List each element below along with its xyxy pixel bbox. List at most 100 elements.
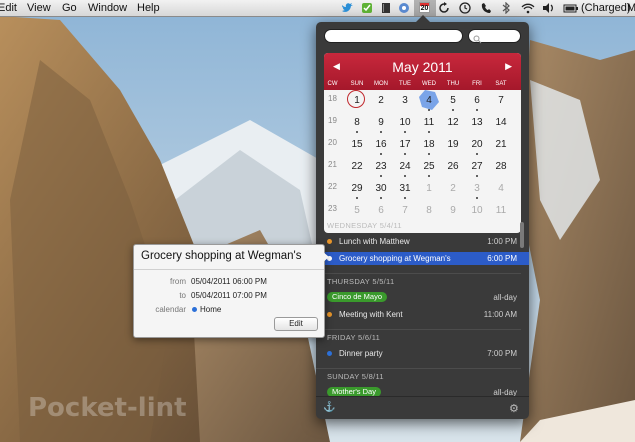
agenda-event[interactable]: Grocery shopping at Wegman's 6:00 PM xyxy=(316,252,529,265)
event-dot xyxy=(380,197,382,199)
calendar-day[interactable]: 23 xyxy=(369,160,393,180)
twitter-icon[interactable] xyxy=(341,2,353,14)
calendar-day[interactable]: 3 xyxy=(393,94,417,114)
event-dot xyxy=(404,197,406,199)
agenda-day-heading: THURSDAY 5/5/11 xyxy=(327,277,395,286)
agenda-day-heading: SUNDAY 5/8/11 xyxy=(327,372,384,381)
calendar-day[interactable]: 21 xyxy=(489,138,513,158)
event-dot xyxy=(452,109,454,111)
from-label: from xyxy=(170,277,186,286)
week-number: 21 xyxy=(328,160,337,169)
calendar-value[interactable]: Home xyxy=(200,305,221,314)
agenda-event[interactable]: Lunch with Matthew 1:00 PM xyxy=(316,235,529,248)
day-number: 31 xyxy=(399,183,411,194)
day-number: 5 xyxy=(354,205,360,216)
calendar-day[interactable]: 24 xyxy=(393,160,417,180)
wifi-icon[interactable] xyxy=(521,2,535,14)
calendar-day[interactable]: 27 xyxy=(465,160,489,180)
fantastical-icon[interactable]: 20 xyxy=(419,2,430,13)
battery-icon[interactable] xyxy=(563,2,579,14)
day-number: 9 xyxy=(378,117,384,128)
anchor-icon[interactable]: ⚓ xyxy=(323,402,335,413)
day-number: 9 xyxy=(450,205,456,216)
bluetooth-icon[interactable] xyxy=(500,2,512,14)
calendar-day[interactable]: 25 xyxy=(417,160,441,180)
refresh-icon[interactable] xyxy=(438,2,450,14)
calendar-day[interactable]: 29 xyxy=(345,182,369,202)
calendar-day[interactable]: 18 xyxy=(417,138,441,158)
menu-window[interactable]: Window xyxy=(88,1,127,15)
day-number: 23 xyxy=(375,161,387,172)
calendar-day[interactable]: 26 xyxy=(441,160,465,180)
calendar-label: calendar xyxy=(155,305,186,314)
next-month-button[interactable]: ▶ xyxy=(505,61,512,72)
day-number: 25 xyxy=(423,161,435,172)
event-dot xyxy=(428,131,430,133)
calendar-day[interactable]: 31 xyxy=(393,182,417,202)
gear-icon[interactable]: ⚙ xyxy=(509,402,519,415)
calendar-day[interactable]: 5 xyxy=(441,94,465,114)
calendar-day[interactable]: 1 xyxy=(417,182,441,202)
time-machine-icon[interactable] xyxy=(459,2,471,14)
calendar-day[interactable]: 20 xyxy=(465,138,489,158)
calendar-day[interactable]: 15 xyxy=(345,138,369,158)
week-number: 18 xyxy=(328,94,337,103)
menu-view[interactable]: View xyxy=(27,1,51,15)
day-number: 17 xyxy=(399,139,411,150)
calendar-color-dot xyxy=(192,307,197,312)
day-number: 28 xyxy=(495,161,507,172)
calendar-day[interactable]: 2 xyxy=(441,182,465,202)
calendar-day[interactable]: 28 xyxy=(489,160,513,180)
calendar-day[interactable]: 11 xyxy=(417,116,441,136)
new-event-input[interactable] xyxy=(324,29,463,43)
scrollbar-thumb[interactable] xyxy=(520,222,524,248)
calendar-day[interactable]: 1 xyxy=(345,90,369,114)
user-menu[interactable]: M xyxy=(627,1,635,15)
to-value[interactable]: 05/04/2011 07:00 PM xyxy=(191,291,267,300)
menu-go[interactable]: Go xyxy=(62,1,77,15)
calendar-day[interactable]: 4 xyxy=(489,182,513,202)
day-number: 1 xyxy=(354,95,360,106)
calendar-day[interactable]: 10 xyxy=(393,116,417,136)
calendar-day[interactable]: 2 xyxy=(369,94,393,114)
calendar-day[interactable]: 6 xyxy=(465,94,489,114)
calendar-day[interactable]: 14 xyxy=(489,116,513,136)
edit-button[interactable]: Edit xyxy=(274,317,318,331)
sync-icon[interactable] xyxy=(398,2,410,14)
phone-icon[interactable] xyxy=(480,2,492,14)
calendar-day[interactable]: 7 xyxy=(489,94,513,114)
calendar-day[interactable]: 22 xyxy=(345,160,369,180)
from-value[interactable]: 05/04/2011 06:00 PM xyxy=(191,277,267,286)
menu-help[interactable]: Help xyxy=(137,1,160,15)
event-dot xyxy=(380,153,382,155)
evernote-icon[interactable] xyxy=(361,2,373,14)
event-time: 7:00 PM xyxy=(487,349,517,358)
calendar-day[interactable]: 8 xyxy=(345,116,369,136)
event-title: Dinner party xyxy=(339,349,383,358)
day-number: 6 xyxy=(474,95,480,106)
search-input[interactable] xyxy=(468,29,521,44)
event-dot xyxy=(356,197,358,199)
day-number: 7 xyxy=(498,95,504,106)
calendar-day[interactable]: 17 xyxy=(393,138,417,158)
calendar-day[interactable]: 4 xyxy=(417,90,441,114)
calendar-day[interactable]: 9 xyxy=(369,116,393,136)
calendar-day[interactable]: 3 xyxy=(465,182,489,202)
weekday-header-row: CW SUN MON TUE WED THU FRI SAT xyxy=(324,81,521,90)
agenda-event[interactable]: Cinco de Mayo all-day xyxy=(316,291,529,304)
agenda-event[interactable]: Meeting with Kent 11:00 AM xyxy=(316,308,529,321)
volume-icon[interactable] xyxy=(542,2,554,14)
menu-edit[interactable]: Edit xyxy=(0,1,17,15)
calendar-day[interactable]: 30 xyxy=(369,182,393,202)
agenda-separator xyxy=(316,329,521,330)
day-number: 2 xyxy=(378,95,384,106)
calendar-day[interactable]: 16 xyxy=(369,138,393,158)
calendar-day[interactable]: 12 xyxy=(441,116,465,136)
agenda-event[interactable]: Dinner party 7:00 PM xyxy=(316,347,529,360)
day-number: 18 xyxy=(423,139,435,150)
book-icon[interactable] xyxy=(380,2,392,14)
calendar-day[interactable]: 19 xyxy=(441,138,465,158)
calendar-day[interactable]: 13 xyxy=(465,116,489,136)
agenda-scrollbar[interactable] xyxy=(520,222,524,392)
event-title: Meeting with Kent xyxy=(339,310,403,319)
